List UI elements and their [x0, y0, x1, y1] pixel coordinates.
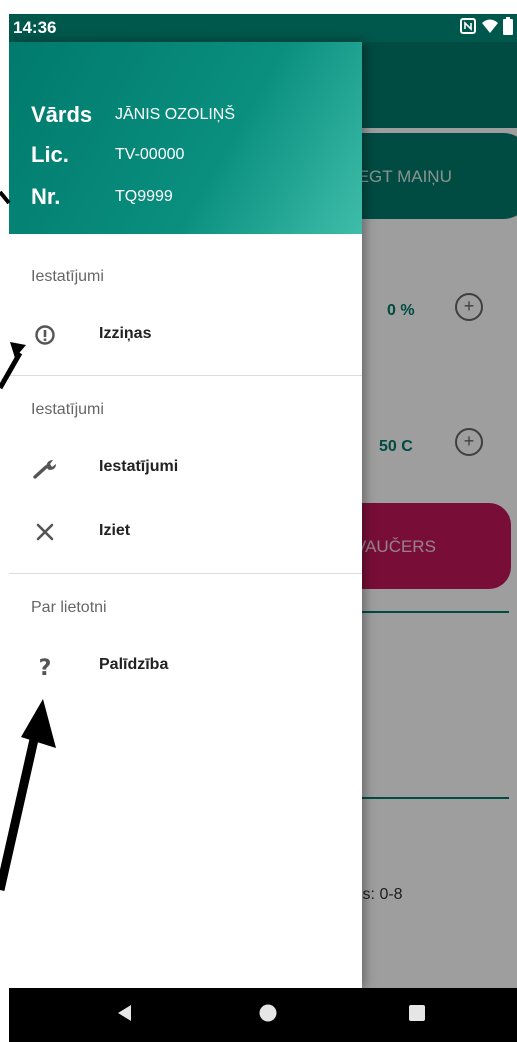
wifi-icon — [482, 19, 498, 33]
close-icon — [31, 518, 59, 546]
menu-item-exit[interactable]: Iziet — [9, 508, 362, 556]
section-title-about: Par lietotni — [31, 599, 107, 616]
menu-item-help[interactable]: ? Palīdzība — [9, 642, 362, 690]
section-title-settings: Iestatījumi — [31, 268, 104, 285]
number-row: Nr. TQ9999 — [9, 184, 362, 220]
menu-item-settings-label: Iestatījumi — [99, 458, 179, 475]
wrench-icon — [31, 454, 59, 482]
svg-text:?: ? — [39, 656, 52, 680]
system-nav-bar — [9, 988, 517, 1042]
back-icon[interactable] — [115, 1003, 133, 1028]
status-icons — [459, 17, 513, 35]
navigation-drawer: Vārds JĀNIS OZOLIŅŠ Lic. TV-00000 Nr. TQ… — [9, 42, 362, 988]
menu-divider — [9, 375, 362, 376]
phone-screen: 14:36 IEGT MAIŅU 0 % + 50 C + VAUČERS is… — [9, 14, 517, 1042]
status-time: 14:36 — [13, 18, 57, 37]
menu-item-info[interactable]: Izziņas — [9, 311, 362, 359]
menu-item-info-label: Izziņas — [99, 325, 152, 342]
home-icon[interactable] — [258, 1003, 278, 1028]
menu-divider — [9, 573, 362, 574]
license-value: TV-00000 — [115, 146, 185, 163]
menu-item-help-label: Palīdzība — [99, 656, 169, 673]
menu-item-exit-label: Iziet — [99, 522, 131, 539]
recents-icon[interactable] — [408, 1003, 426, 1028]
license-label: Lic. — [31, 142, 69, 167]
info-icon — [31, 321, 59, 349]
arrow-top — [0, 190, 11, 205]
driver-name-label: Vārds — [31, 102, 93, 127]
number-label: Nr. — [31, 184, 61, 209]
nfc-icon — [460, 18, 476, 34]
section-title-settings-2: Iestatījumi — [31, 401, 104, 418]
status-bar: 14:36 — [9, 14, 517, 42]
drawer-header: Vārds JĀNIS OZOLIŅŠ Lic. TV-00000 Nr. TQ… — [9, 42, 362, 234]
menu-item-settings[interactable]: Iestatījumi — [9, 444, 362, 492]
license-row: Lic. TV-00000 — [9, 142, 362, 178]
driver-name-value: JĀNIS OZOLIŅŠ — [115, 106, 236, 123]
help-icon: ? — [31, 652, 59, 681]
battery-icon — [503, 17, 513, 35]
driver-name-row: Vārds JĀNIS OZOLIŅŠ — [9, 102, 362, 138]
number-value: TQ9999 — [115, 188, 173, 205]
